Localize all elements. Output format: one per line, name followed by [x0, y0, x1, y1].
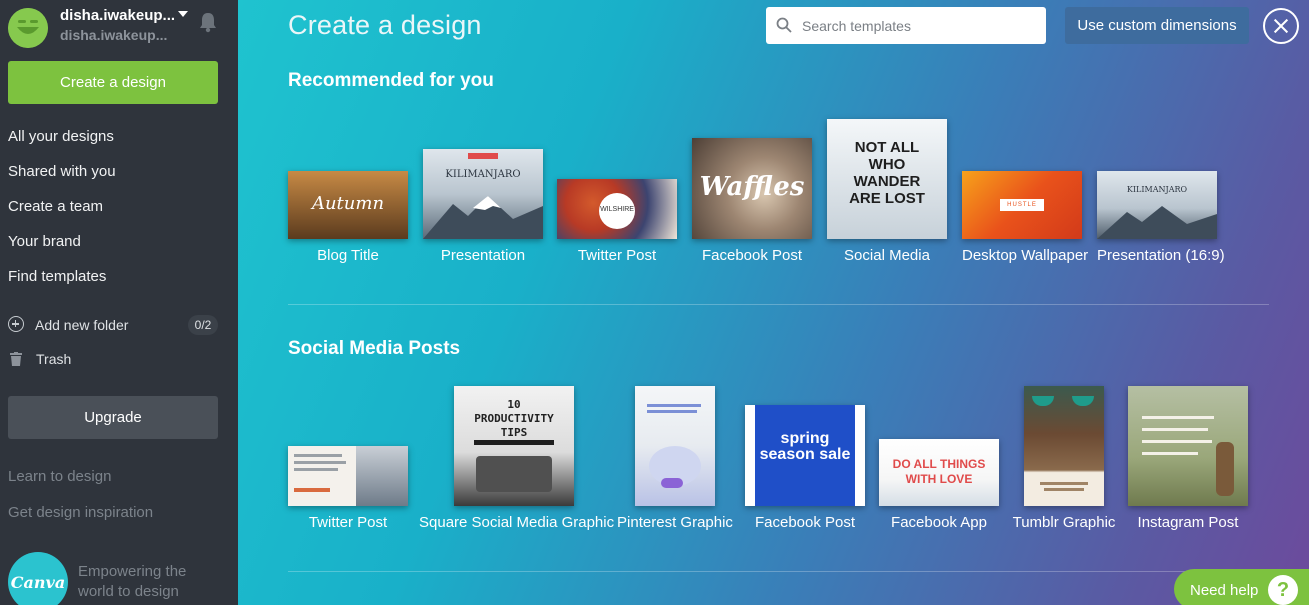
template-thumbnail: DO ALL THINGS WITH LOVE	[879, 439, 999, 506]
thumb-text: spring season sale	[759, 430, 851, 463]
template-thumbnail: NOT ALL WHO WANDER ARE LOST	[827, 119, 947, 239]
plus-circle-icon	[8, 316, 24, 332]
template-caption: Facebook App	[891, 514, 987, 531]
thumb-text: 10 PRODUCTIVITY TIPS	[474, 398, 554, 439]
recommended-title: Recommended for you	[288, 70, 494, 91]
thumb-text: Autumn	[311, 193, 385, 214]
template-thumbnail: KILIMANJARO	[1097, 171, 1217, 239]
chevron-down-icon[interactable]	[178, 11, 188, 17]
sidebar-item-find-templates[interactable]: Find templates	[8, 267, 116, 302]
template-thumbnail	[1024, 386, 1104, 506]
trash-icon	[10, 352, 22, 366]
section-divider	[288, 304, 1269, 305]
template-caption: Blog Title	[317, 247, 379, 264]
template-thumbnail	[1128, 386, 1248, 506]
thumb-text: KILIMANJARO	[1126, 185, 1188, 194]
user-email: disha.iwakeup...	[60, 27, 168, 43]
search-input[interactable]	[802, 7, 1032, 44]
thumb-text: KILIMANJARO	[445, 169, 521, 180]
thumb-text: WILSHIRE	[600, 206, 634, 213]
bell-icon[interactable]	[198, 11, 218, 33]
avatar	[8, 8, 48, 48]
template-thumbnail: 10 PRODUCTIVITY TIPS	[454, 386, 574, 506]
template-caption: Twitter Post	[308, 514, 388, 531]
custom-dimensions-button[interactable]: Use custom dimensions	[1065, 7, 1249, 44]
template-caption: Pinterest Graphic	[617, 514, 733, 531]
close-icon[interactable]	[1263, 8, 1299, 44]
thumb-text: NOT ALL WHO WANDER ARE LOST	[849, 139, 925, 207]
need-help-label: Need help	[1190, 582, 1259, 599]
design-inspiration-link[interactable]: Get design inspiration	[8, 504, 153, 521]
sidebar-item-brand[interactable]: Your brand	[8, 232, 116, 267]
create-design-button[interactable]: Create a design	[8, 61, 218, 104]
template-caption: Social Media	[844, 247, 930, 264]
upgrade-button[interactable]: Upgrade	[8, 396, 218, 439]
add-folder-button[interactable]: Add new folder 0/2	[8, 315, 218, 335]
sidebar-item-all-designs[interactable]: All your designs	[8, 127, 116, 162]
help-icon: ?	[1268, 575, 1298, 605]
template-caption: Presentation	[440, 247, 526, 264]
thumb-text: HUSTLE	[1000, 199, 1044, 211]
main-panel: Create a design Use custom dimensions Re…	[238, 0, 1309, 605]
template-thumbnail: HUSTLE	[962, 171, 1082, 239]
template-caption: Tumblr Graphic	[1012, 514, 1116, 531]
thumb-text: Waffles	[699, 172, 805, 202]
user-menu[interactable]: disha.iwakeup... disha.iwakeup...	[8, 5, 230, 48]
search-box	[766, 7, 1046, 44]
need-help-button[interactable]: Need help ?	[1174, 569, 1309, 605]
page-title: Create a design	[288, 10, 482, 40]
trash-label: Trash	[36, 351, 72, 367]
template-caption: Square Social Media Graphic	[419, 514, 615, 531]
template-thumbnail: WILSHIRE	[557, 179, 677, 239]
template-caption: Desktop Wallpaper	[962, 247, 1089, 264]
folder-count-badge: 0/2	[188, 315, 218, 335]
template-caption: Instagram Post	[1137, 514, 1239, 531]
social-posts-title: Social Media Posts	[288, 338, 461, 359]
sidebar: disha.iwakeup... disha.iwakeup... Create…	[0, 0, 238, 605]
template-thumbnail: spring season sale	[745, 405, 865, 506]
template-caption: Presentation (16:9)	[1097, 247, 1225, 264]
template-thumbnail: KILIMANJARO	[423, 149, 543, 239]
template-thumbnail: Waffles	[692, 138, 812, 239]
sidebar-nav: All your designs Shared with you Create …	[8, 127, 116, 302]
tagline: Empowering the world to design	[78, 563, 187, 600]
template-caption: Twitter Post	[577, 247, 657, 264]
add-folder-label: Add new folder	[35, 317, 129, 333]
canva-logo: Canva	[8, 552, 68, 605]
search-icon	[776, 17, 792, 33]
template-thumbnail: Autumn	[288, 171, 408, 239]
user-name: disha.iwakeup...	[60, 7, 176, 24]
section-divider	[288, 571, 1269, 572]
template-caption: Facebook Post	[701, 247, 803, 264]
learn-to-design-link[interactable]: Learn to design	[8, 468, 111, 485]
sidebar-item-create-team[interactable]: Create a team	[8, 197, 116, 232]
sidebar-item-shared[interactable]: Shared with you	[8, 162, 116, 197]
template-caption: Facebook Post	[754, 514, 856, 531]
template-thumbnail	[288, 446, 408, 506]
template-thumbnail	[635, 386, 715, 506]
thumb-text: DO ALL THINGS WITH LOVE	[892, 457, 986, 486]
